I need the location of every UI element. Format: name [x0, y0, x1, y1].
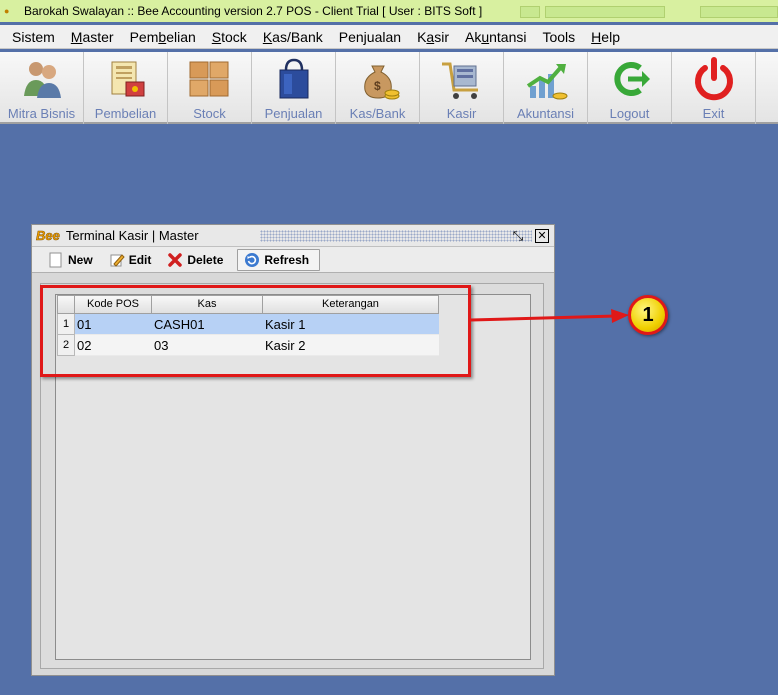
- boxes-icon: [189, 61, 228, 97]
- power-icon: [694, 57, 733, 101]
- background-taskbar-ghost: [520, 6, 540, 18]
- inner-toolbar: New Edit Delete Refresh: [32, 247, 554, 273]
- toolbar-kas-bank-button[interactable]: $ Kas/Bank: [336, 52, 420, 124]
- logout-icon: [613, 62, 650, 96]
- toolbar-logout-button[interactable]: Logout: [588, 52, 672, 124]
- menu-help[interactable]: Help: [583, 29, 628, 45]
- menu-sistem[interactable]: Sistem: [4, 29, 63, 45]
- bee-logo: Bee: [36, 228, 60, 244]
- menu-penjualan[interactable]: Penjualan: [331, 29, 409, 45]
- app-title: Barokah Swalayan :: Bee Accounting versi…: [24, 4, 483, 18]
- refresh-button[interactable]: Refresh: [237, 248, 321, 271]
- shopping-bag-icon: [279, 58, 308, 99]
- cashier-cart-icon: [441, 62, 478, 99]
- close-icon[interactable]: ✕: [535, 229, 549, 243]
- menu-kasir[interactable]: Kasir: [409, 29, 457, 45]
- inner-window-title-bar[interactable]: Bee Terminal Kasir | Master ⤡ ✕: [32, 225, 554, 247]
- menu-kas-bank[interactable]: Kas/Bank: [255, 29, 331, 45]
- purchase-icon: [111, 61, 144, 97]
- new-button[interactable]: New: [42, 249, 103, 271]
- annotation-highlight-box: [40, 285, 471, 377]
- toolbar-penjualan-button[interactable]: Penjualan: [252, 52, 336, 124]
- pencil-icon: [109, 252, 125, 268]
- growth-chart-icon: [526, 64, 567, 100]
- background-taskbar-ghost: [700, 6, 778, 18]
- background-taskbar-ghost: [545, 6, 665, 18]
- annotation-arrow: [471, 309, 629, 323]
- delete-button[interactable]: Delete: [161, 249, 233, 271]
- toolbar-pembelian-button[interactable]: Pembelian: [84, 52, 168, 124]
- annotation-badge: 1: [628, 295, 668, 335]
- menu-tools[interactable]: Tools: [534, 29, 583, 45]
- restore-icon[interactable]: ⤡: [510, 228, 526, 244]
- menu-pembelian[interactable]: Pembelian: [122, 29, 204, 45]
- delete-x-icon: [167, 252, 183, 268]
- toolbar-mitra-bisnis-button[interactable]: Mitra Bisnis: [0, 52, 84, 124]
- toolbar-stock-button[interactable]: Stock: [168, 52, 252, 124]
- new-document-icon: [48, 252, 64, 268]
- svg-text:$: $: [374, 79, 381, 93]
- bee-app-icon: ●: [4, 6, 10, 16]
- menu-master[interactable]: Master: [63, 29, 122, 45]
- menu-bar: Sistem Master Pembelian Stock Kas/Bank P…: [0, 25, 778, 49]
- refresh-icon: [244, 252, 260, 268]
- main-toolbar: Mitra Bisnis Pembelian Stock Penjualan $…: [0, 52, 778, 124]
- users-icon: [23, 62, 61, 98]
- edit-button[interactable]: Edit: [103, 249, 162, 271]
- inner-window-title: Terminal Kasir | Master: [65, 228, 199, 243]
- app-title-bar: ● Barokah Swalayan :: Bee Accounting ver…: [0, 0, 778, 22]
- menu-stock[interactable]: Stock: [204, 29, 255, 45]
- money-bag-icon: $: [363, 65, 399, 100]
- toolbar-exit-button[interactable]: Exit: [672, 52, 756, 124]
- title-drag-area[interactable]: [260, 230, 532, 242]
- menu-akuntansi[interactable]: Akuntansi: [457, 29, 535, 45]
- toolbar-akuntansi-button[interactable]: Akuntansi: [504, 52, 588, 124]
- toolbar-kasir-button[interactable]: Kasir: [420, 52, 504, 124]
